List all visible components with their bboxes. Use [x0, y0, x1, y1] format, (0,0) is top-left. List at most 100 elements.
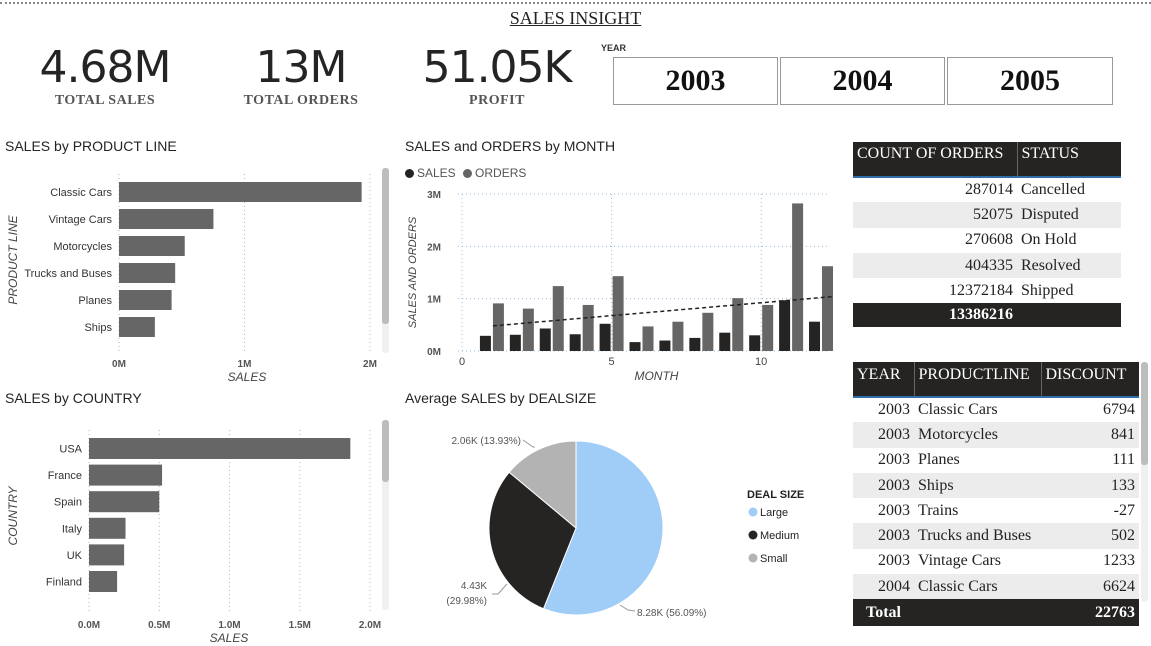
count-cell: 52075: [853, 202, 1017, 228]
category-label: Classic Cars: [50, 187, 112, 199]
scrollbar-thumb[interactable]: [1141, 362, 1148, 465]
bar: [89, 464, 163, 486]
table-row[interactable]: 2003 Planes 111: [853, 448, 1139, 473]
kpi-value: 51.05K: [422, 42, 573, 93]
header-year[interactable]: YEAR: [853, 362, 915, 398]
top-border: [0, 2, 1151, 4]
table-row[interactable]: 404335 Resolved: [853, 252, 1121, 279]
orders-bar: [522, 308, 534, 351]
table-row[interactable]: 2003 Trains -27: [853, 498, 1139, 523]
line-cell: Trains: [918, 501, 959, 519]
discount-cell: 1233: [1103, 552, 1135, 570]
x-tick-label: 2M: [363, 359, 377, 370]
year-option-2003[interactable]: 2003: [613, 57, 778, 105]
bar: [119, 263, 176, 283]
legend-label: Large: [760, 507, 788, 519]
total-value: 13386216: [853, 303, 1017, 328]
kpi-value: 13M: [255, 42, 348, 93]
discount-table: YEAR PRODUCTLINE DISCOUNT 2003 Classic Ca…: [853, 362, 1139, 627]
y-tick-label: 2M: [427, 242, 441, 253]
table-row[interactable]: 2003 Motorcycles 841: [853, 422, 1139, 448]
year-option-2004[interactable]: 2004: [780, 57, 945, 105]
year-cell: 2003: [878, 451, 910, 469]
sales-bar: [629, 342, 641, 351]
category-label: Vintage Cars: [49, 214, 113, 226]
category-label: UK: [67, 550, 83, 562]
table-row[interactable]: 2004 Classic Cars 6624: [853, 574, 1139, 600]
scrollbar-thumb[interactable]: [382, 168, 389, 324]
x-axis-label: SALES: [228, 370, 267, 384]
table-row[interactable]: 52075 Disputed: [853, 202, 1121, 228]
orders-legend-dot: [463, 169, 473, 179]
year-cell: 2003: [853, 523, 914, 549]
bar: [119, 317, 155, 337]
line-cell: Vintage Cars: [918, 552, 1002, 570]
deal-chart-title: Average SALES by DEALSIZE: [405, 390, 597, 406]
y-axis-label: SALES AND ORDERS: [407, 216, 419, 328]
legend-dot-medium: [748, 530, 758, 540]
year-option-2005[interactable]: 2005: [947, 57, 1113, 105]
total-label: Total: [853, 599, 914, 627]
x-tick-label: 1.0M: [218, 620, 240, 631]
scrollbar-thumb[interactable]: [382, 420, 389, 482]
x-tick-label: 0.0M: [78, 620, 100, 631]
total-value: 22763: [1041, 599, 1139, 627]
discount-cell: 133: [1041, 472, 1139, 499]
table-row[interactable]: 12372184 Shipped: [853, 278, 1121, 303]
legend-title: DEAL SIZE: [747, 489, 804, 501]
product-line-chart: 0M 1M 2M Classic Cars Vintage Cars Motorcycle…: [6, 174, 377, 384]
status-cell: Cancelled: [1021, 181, 1085, 199]
total-empty: [1017, 303, 1121, 328]
leader-line: [619, 604, 636, 612]
data-label: 2.06K (13.93%): [452, 436, 522, 447]
table-row[interactable]: 287014 Cancelled: [853, 177, 1121, 202]
status-cell: Shipped: [1021, 281, 1074, 299]
bar: [89, 517, 126, 539]
orders-bar: [702, 312, 714, 351]
table-row[interactable]: 2003 Classic Cars 6794: [853, 397, 1139, 422]
header-status[interactable]: STATUS: [1017, 142, 1121, 178]
header-productline[interactable]: PRODUCTLINE: [914, 362, 1042, 398]
orders-bar: [582, 304, 594, 351]
leader-line: [492, 583, 508, 595]
orders-bar: [552, 286, 564, 351]
orders-bar: [612, 276, 624, 351]
kpi-label: TOTAL ORDERS: [243, 93, 359, 108]
table-row[interactable]: 2003 Trucks and Buses 502: [853, 523, 1139, 549]
kpi-total-sales: 4.68M TOTAL SALES: [30, 42, 180, 109]
year-slicer-label: YEAR: [601, 43, 627, 53]
sales-bar: [539, 328, 551, 351]
status-cell: Disputed: [1017, 202, 1121, 228]
bar: [119, 182, 362, 202]
sales-legend-dot: [405, 169, 414, 179]
table-row[interactable]: 2003 Ships 133: [853, 472, 1139, 499]
bar: [89, 571, 118, 592]
line-cell: Ships: [914, 472, 1041, 499]
header-count-of-orders[interactable]: COUNT OF ORDERS: [853, 142, 1018, 178]
header-discount[interactable]: DISCOUNT: [1041, 362, 1139, 398]
orders-bar: [492, 303, 504, 351]
sales-bar: [479, 335, 491, 351]
discount-table-scrollbar[interactable]: [1141, 362, 1148, 602]
category-label: France: [48, 470, 82, 482]
year-cell: 2003: [878, 552, 910, 570]
category-label: Spain: [54, 497, 82, 509]
discount-cell: 841: [1041, 422, 1139, 448]
product-line-scrollbar[interactable]: [382, 168, 389, 353]
category-label: Motorcycles: [53, 241, 112, 253]
discount-cell: -27: [1113, 501, 1135, 519]
table-header-row: YEAR PRODUCTLINE DISCOUNT: [853, 362, 1139, 398]
legend-dot-large: [748, 507, 758, 517]
country-scrollbar[interactable]: [382, 420, 389, 610]
table-row[interactable]: 270608 On Hold: [853, 228, 1121, 253]
bar: [89, 544, 125, 566]
category-label: Ships: [84, 322, 112, 334]
category-label: Planes: [78, 295, 112, 307]
kpi-label: PROFIT: [469, 93, 525, 108]
data-label: (29.98%): [446, 596, 487, 607]
table-row[interactable]: 2003 Vintage Cars 1233: [853, 549, 1139, 574]
count-cell: 404335: [853, 252, 1017, 279]
x-tick-label: 1.5M: [289, 620, 311, 631]
discount-cell: 6624: [1041, 574, 1139, 600]
sales-bar: [569, 334, 581, 351]
